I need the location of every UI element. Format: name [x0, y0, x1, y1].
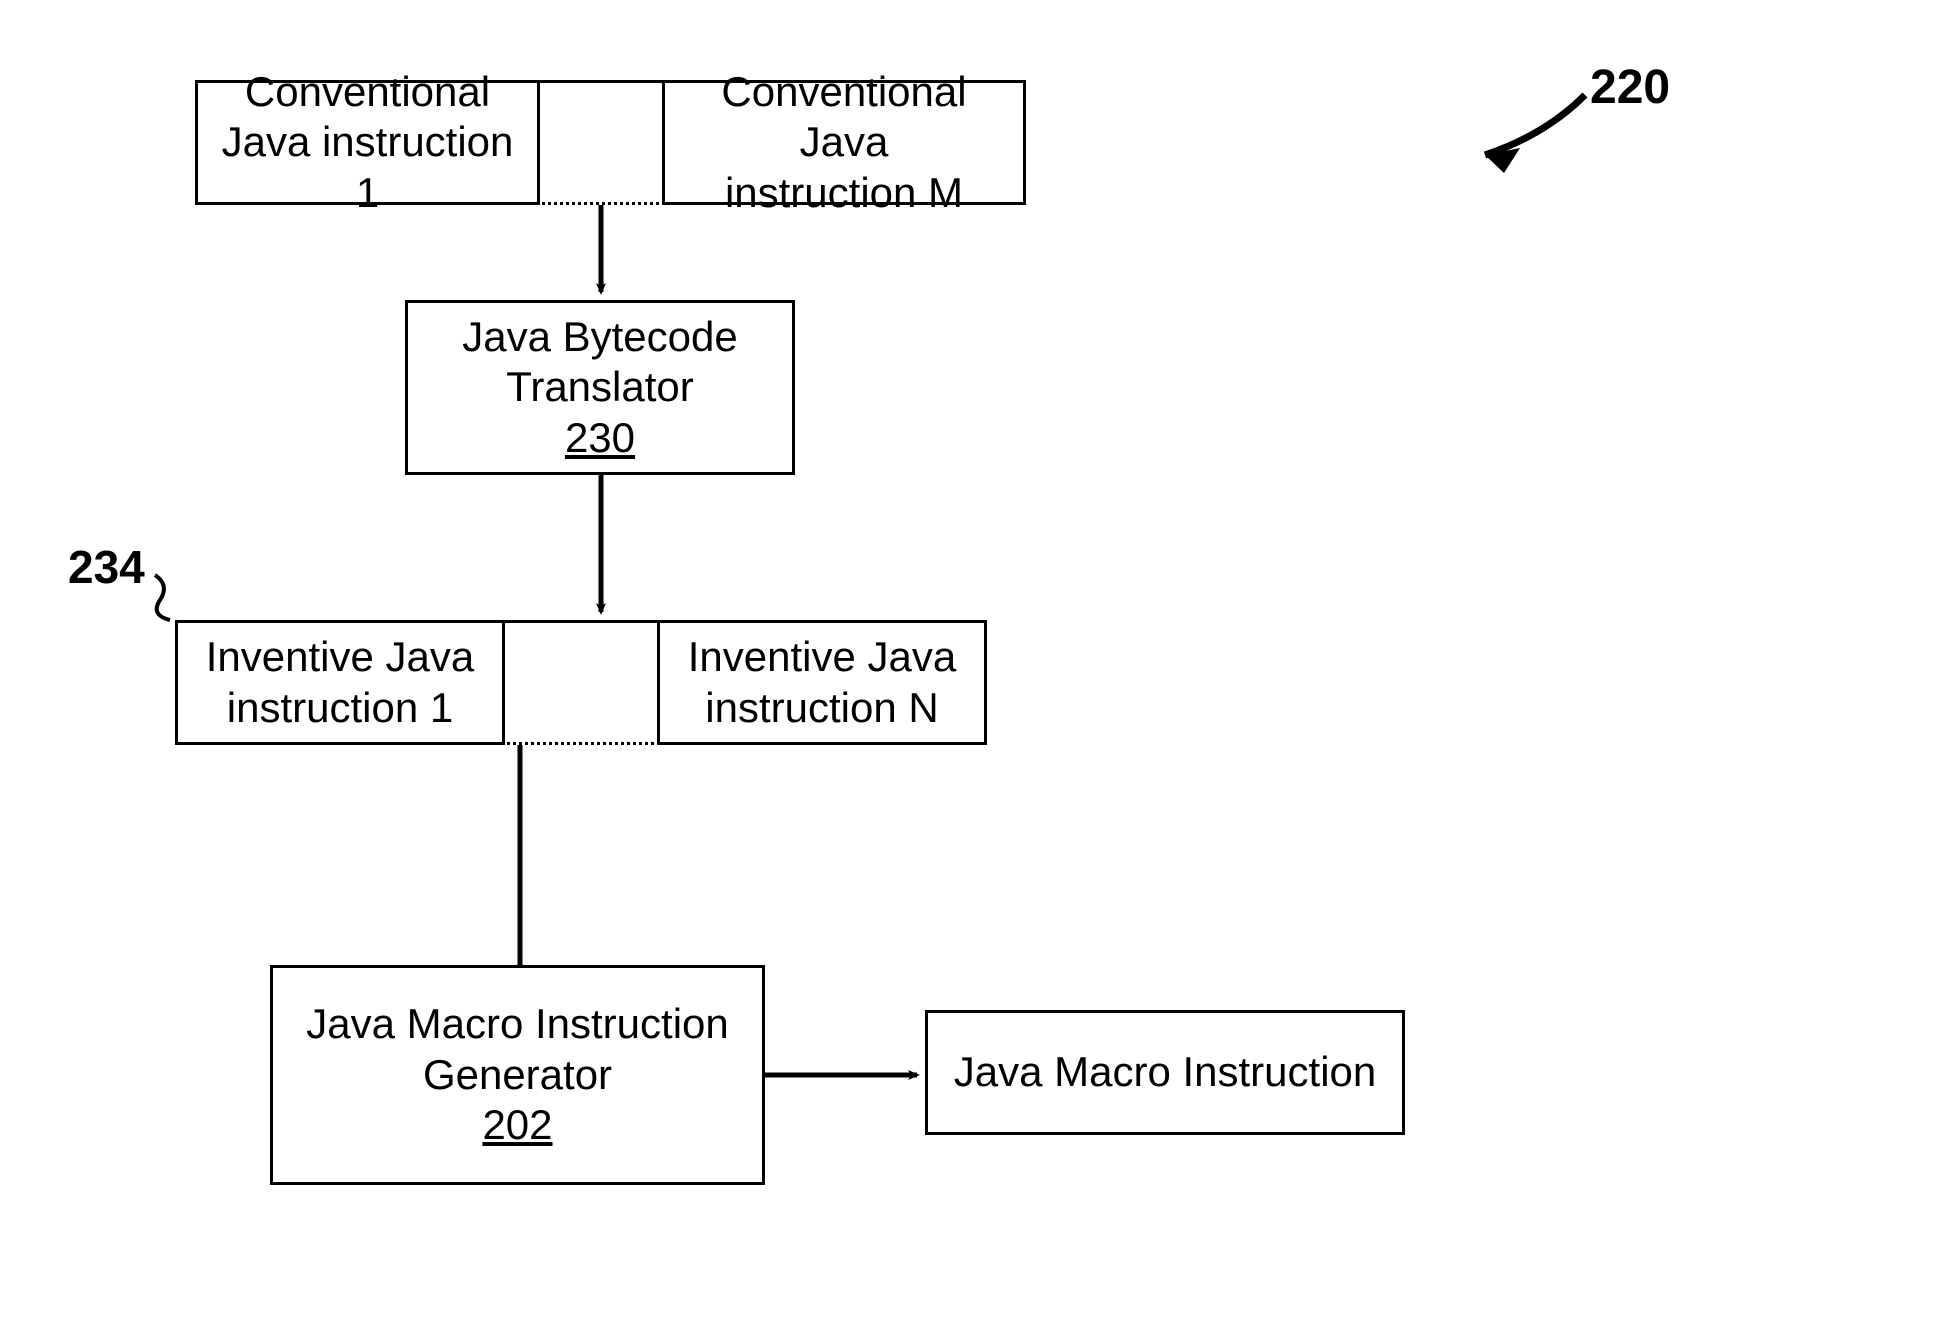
box-translator-line2: Translator [506, 362, 694, 412]
diagram-canvas: 220 234 Conventional Java instruction 1 … [0, 0, 1934, 1322]
box-invN-line1: Inventive Java [688, 632, 957, 682]
box-convM: Conventional Java instruction M [662, 80, 1026, 205]
box-output-line1: Java Macro Instruction [954, 1047, 1377, 1097]
callout-234: 234 [68, 540, 145, 594]
box-invN: Inventive Java instruction N [657, 620, 987, 745]
box-conv1-line1: Conventional [245, 67, 490, 117]
box-translator-line1: Java Bytecode [462, 312, 738, 362]
box-invN-line2: instruction N [705, 683, 938, 733]
box-inv1: Inventive Java instruction 1 [175, 620, 505, 745]
box-inv1-line2: instruction 1 [227, 683, 453, 733]
box-inv1-line1: Inventive Java [206, 632, 475, 682]
box-convM-line1: Conventional Java [673, 67, 1015, 168]
figure-label: 220 [1590, 60, 1670, 115]
box-convM-line2: instruction M [725, 168, 963, 218]
box-conv1: Conventional Java instruction 1 [195, 80, 540, 205]
box-output: Java Macro Instruction [925, 1010, 1405, 1135]
gap-inv [502, 620, 660, 745]
box-generator-ref: 202 [482, 1100, 552, 1150]
box-translator: Java Bytecode Translator 230 [405, 300, 795, 475]
box-generator-line1: Java Macro Instruction [306, 999, 729, 1049]
box-generator: Java Macro Instruction Generator 202 [270, 965, 765, 1185]
box-translator-ref: 230 [565, 413, 635, 463]
box-conv1-line2: Java instruction 1 [206, 117, 529, 218]
box-generator-line2: Generator [423, 1050, 612, 1100]
gap-conv [537, 80, 665, 205]
